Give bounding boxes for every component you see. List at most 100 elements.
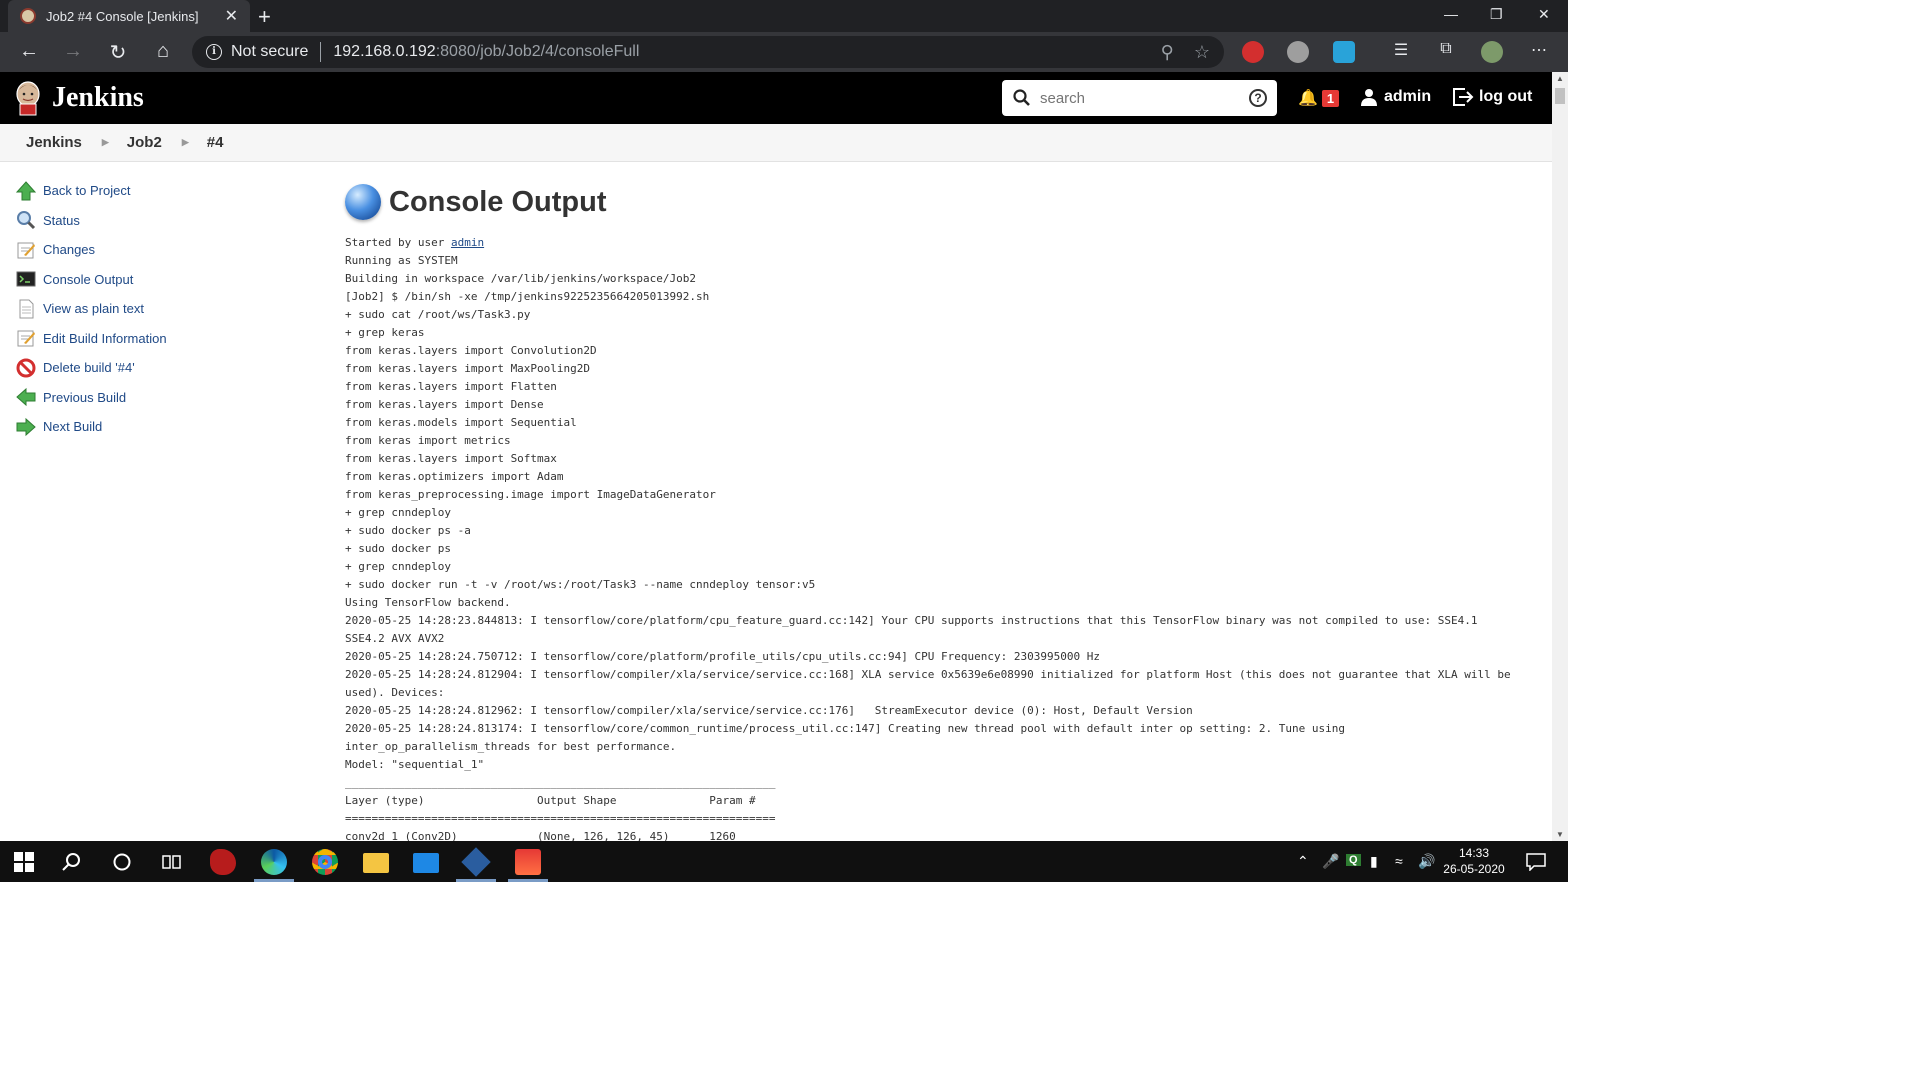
tab-title: Job2 #4 Console [Jenkins] [46,8,199,24]
action-center-icon[interactable] [1526,853,1546,871]
wifi-icon[interactable]: ≈ [1395,853,1403,869]
console-line: from keras.layers import MaxPooling2D [345,362,591,375]
cast-extension-icon[interactable] [1333,41,1355,63]
edge-browser-icon[interactable] [261,849,287,875]
page-title: Console Output [389,185,607,218]
file-explorer-icon[interactable] [363,853,389,873]
zoom-icon[interactable]: ⚲ [1161,42,1174,63]
quick-heal-icon[interactable]: Q [1346,854,1361,866]
favorite-star-icon[interactable]: ☆ [1194,42,1210,63]
sidebar-item-label: Previous Build [43,389,127,405]
close-tab-icon[interactable]: ✕ [225,6,238,26]
volume-icon[interactable]: 🔊 [1418,853,1435,870]
sidebar-item-console-output[interactable]: Console Output [16,265,316,295]
console-line: 2020-05-25 14:28:24.812962: I tensorflow… [345,704,1193,717]
chevron-right-icon[interactable]: ▶ [102,137,109,148]
console-line: Building in workspace /var/lib/jenkins/w… [345,272,696,285]
address-bar[interactable]: i Not secure 192.168.0.192:8080/job/Job2… [192,36,1224,68]
magnifier-icon [17,211,36,230]
clock[interactable]: 14:33 26-05-2020 [1440,845,1508,877]
close-window-icon[interactable]: ✕ [1538,6,1550,23]
sidebar-item-status[interactable]: Status [16,206,316,236]
started-by-user-link[interactable]: admin [451,236,484,249]
active-indicator [254,879,294,882]
sidebar-item-next-build[interactable]: Next Build [16,412,316,442]
microphone-icon[interactable]: 🎤 [1322,853,1339,870]
started-by-prefix: Started by user [345,236,451,249]
console-line: [Job2] $ /bin/sh -xe /tmp/jenkins9225235… [345,290,710,303]
active-indicator [508,879,548,882]
search-icon[interactable] [62,852,82,872]
console-line: Model: "sequential_1" [345,758,485,771]
logout-link[interactable]: log out [1452,88,1532,106]
refresh-icon[interactable]: ↻ [106,40,130,65]
profile-avatar-icon[interactable] [1481,41,1503,63]
console-line: + sudo cat /root/ws/Task3.py [345,308,531,321]
redhat-app-icon[interactable] [210,849,236,875]
new-tab-icon[interactable]: + [258,4,271,30]
sidebar-item-label: Console Output [43,271,134,287]
sidebar-item-changes[interactable]: Changes [16,235,316,265]
console-line: + grep cnndeploy [345,506,451,519]
page-scrollbar[interactable]: ▲ ▼ [1552,72,1568,841]
console-line: from keras.layers import Flatten [345,380,557,393]
home-icon[interactable]: ⌂ [151,40,175,63]
logout-label: log out [1479,88,1533,105]
jenkins-logo-icon[interactable] [14,80,42,116]
adblock-extension-icon[interactable] [1242,41,1264,63]
title-row: Console Output [345,178,1545,226]
virtualbox-icon[interactable] [461,847,491,877]
divider [320,42,322,62]
console-line: from keras import metrics [345,434,511,447]
search-input[interactable] [1040,89,1249,107]
left-arrow-icon [16,388,36,407]
security-label: Not secure [231,43,309,60]
chrome-browser-icon[interactable] [312,849,338,875]
url-host: 192.168.0.192 [333,43,436,60]
minimize-icon[interactable]: — [1444,6,1458,22]
terminal-icon [16,271,36,287]
chevron-right-icon[interactable]: ▶ [182,137,189,148]
scroll-up-icon[interactable]: ▲ [1556,74,1564,83]
browser-toolbar: ← → ↻ ⌂ i Not secure 192.168.0.192:8080/… [0,32,1568,72]
user-link[interactable]: admin [1360,88,1431,106]
terminal-app-icon[interactable] [515,849,541,875]
favorites-icon[interactable]: ☰ [1389,40,1413,60]
breadcrumb-build-4[interactable]: #4 [207,134,224,151]
forward-icon[interactable]: → [61,40,85,63]
url-path: :8080/job/Job2/4/consoleFull [435,43,640,60]
restore-icon[interactable]: ❐ [1490,6,1503,23]
cortana-icon[interactable] [112,852,132,872]
globe-extension-icon[interactable] [1287,41,1309,63]
console-line: from keras.optimizers import Adam [345,470,564,483]
console-line: ========================================… [345,812,776,825]
app-name[interactable]: Jenkins [52,82,144,114]
breadcrumb-jenkins[interactable]: Jenkins [26,134,82,151]
battery-icon[interactable]: ▮ [1370,853,1378,870]
breadcrumb-job2[interactable]: Job2 [127,134,162,151]
help-icon[interactable]: ? [1249,89,1267,107]
collections-icon[interactable]: ⧉ [1434,40,1458,58]
sidebar-item-plain-text[interactable]: View as plain text [16,294,316,324]
windows-taskbar: ⌃ 🎤 Q ▮ ≈ 🔊 14:33 26-05-2020 [0,841,1568,882]
clock-time: 14:33 [1458,846,1490,860]
scroll-down-icon[interactable]: ▼ [1556,830,1564,839]
task-view-icon[interactable] [162,852,182,872]
sidebar-item-label: Back to Project [43,183,131,199]
chevron-up-icon[interactable]: ⌃ [1297,853,1309,870]
scrollbar-thumb[interactable] [1555,88,1565,104]
sidebar-item-edit-build-info[interactable]: Edit Build Information [16,324,316,354]
notifications[interactable]: 🔔 1 [1298,88,1340,108]
search-icon [1013,89,1030,106]
console-line: SSE4.2 AVX AVX2 [345,632,445,645]
windows-start-icon[interactable] [14,852,34,872]
sidebar-item-delete-build[interactable]: Delete build '#4' [16,353,316,383]
browser-tab[interactable]: Job2 #4 Console [Jenkins] ✕ [8,0,250,32]
back-icon[interactable]: ← [17,40,41,63]
sidebar-item-previous-build[interactable]: Previous Build [16,383,316,413]
more-menu-icon[interactable]: ⋯ [1527,40,1551,60]
sidebar-item-back-to-project[interactable]: Back to Project [16,176,316,206]
clock-date: 26-05-2020 [1443,862,1505,876]
mail-icon[interactable] [413,853,439,873]
info-icon[interactable]: i [206,44,222,60]
